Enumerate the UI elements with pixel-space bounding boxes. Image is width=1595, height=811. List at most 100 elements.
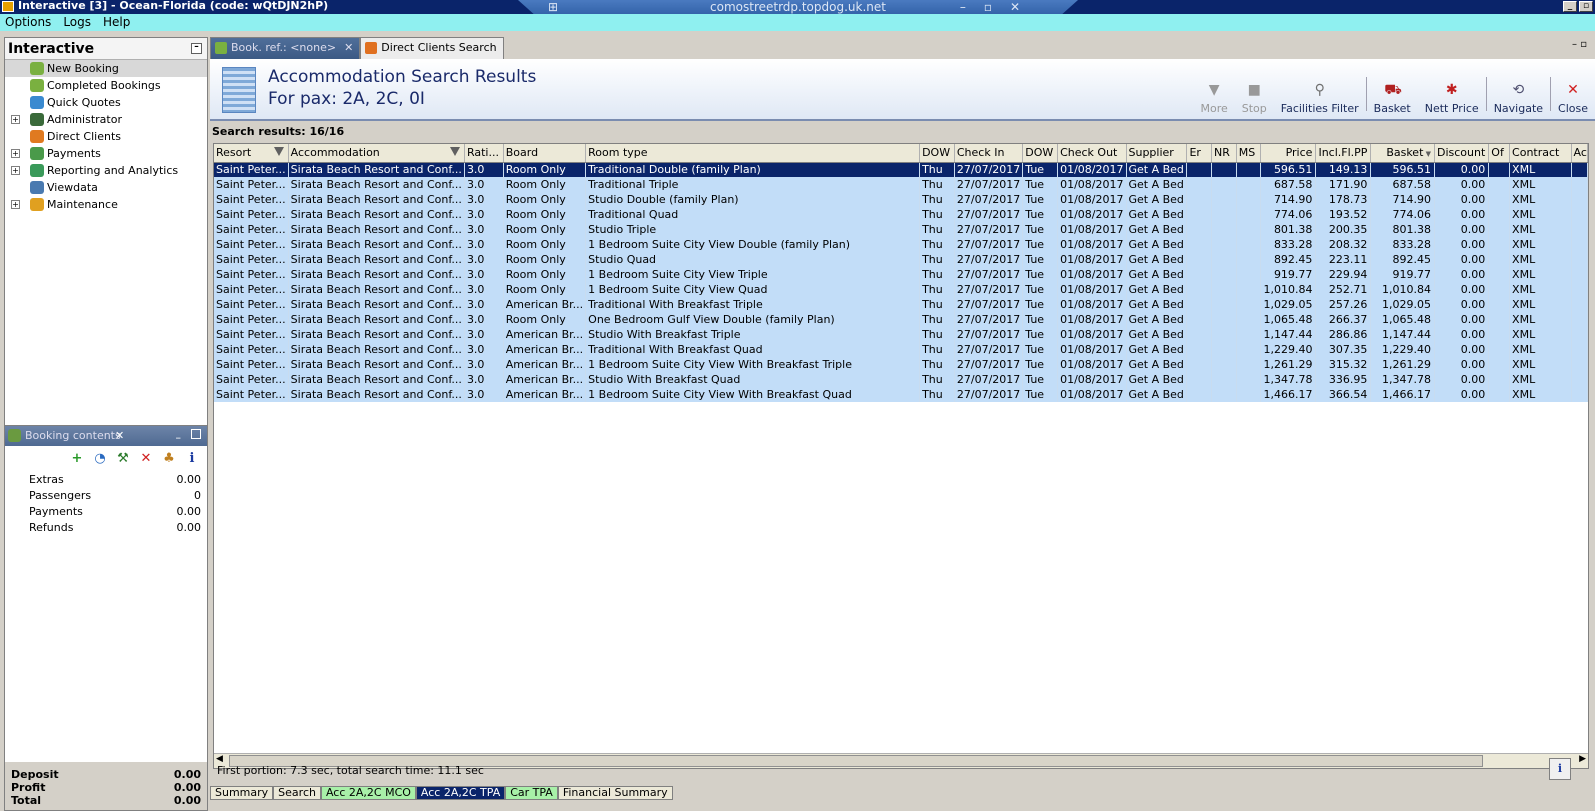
tab-direct-clients-search[interactable]: Direct Clients Search: [360, 37, 504, 59]
column-header[interactable]: Check In: [954, 144, 1024, 163]
column-header[interactable]: Resort: [214, 144, 289, 163]
table-row[interactable]: Saint Peter... Sirata Beach Resort and Co…: [214, 342, 1588, 357]
column-header[interactable]: Basket ▼: [1370, 144, 1435, 163]
rdp-window-controls[interactable]: –▫✕: [960, 0, 1038, 14]
info-button[interactable]: i: [1549, 758, 1571, 780]
filter-icon[interactable]: [449, 147, 460, 156]
filter-icon[interactable]: [273, 147, 284, 156]
column-header[interactable]: Rati...: [464, 144, 504, 163]
add-icon[interactable]: +: [70, 452, 84, 466]
expand-icon[interactable]: +: [11, 149, 20, 158]
tab-booking[interactable]: Book. ref.: <none> ✕: [210, 37, 361, 59]
navigate-button[interactable]: ⟲ Navigate: [1487, 73, 1550, 115]
basket-button[interactable]: ⛟ Basket: [1367, 73, 1418, 115]
table-cell: [1211, 222, 1237, 237]
booking-icon: [8, 429, 21, 442]
column-header[interactable]: Er: [1186, 144, 1212, 163]
table-cell: Studio Triple: [585, 222, 921, 237]
stop-button[interactable]: ■ Stop: [1235, 73, 1274, 115]
close-icon[interactable]: ✕: [344, 41, 353, 54]
expand-icon[interactable]: +: [11, 166, 20, 175]
bottom-tab[interactable]: Search: [273, 786, 321, 800]
close-button[interactable]: ✕ Close: [1551, 73, 1595, 115]
bottom-tab[interactable]: Acc 2A,2C MCO: [320, 786, 416, 800]
nav-item-reporting-and-analytics[interactable]: + Reporting and Analytics: [5, 162, 207, 179]
maximize-button[interactable]: ▫: [1579, 1, 1593, 12]
table-row[interactable]: Saint Peter... Sirata Beach Resort and Co…: [214, 252, 1588, 267]
column-header[interactable]: Ac: [1571, 144, 1588, 163]
scroll-right-icon[interactable]: ▶: [1579, 754, 1586, 764]
menu-logs[interactable]: Logs: [63, 14, 91, 31]
nav-item-direct-clients[interactable]: Direct Clients: [5, 128, 207, 145]
panel-minimize-button[interactable]: –: [191, 43, 202, 54]
column-header[interactable]: Accommodation: [288, 144, 465, 163]
menu-options[interactable]: Options: [5, 14, 51, 31]
palm-tree-icon[interactable]: ♣: [162, 452, 176, 466]
table-cell: Get A Bed: [1126, 177, 1188, 192]
table-row[interactable]: Saint Peter... Sirata Beach Resort and Co…: [214, 222, 1588, 237]
column-header[interactable]: Board: [503, 144, 587, 163]
table-cell: [1236, 297, 1262, 312]
column-header[interactable]: Room type: [585, 144, 921, 163]
nett-price-button[interactable]: ✱ Nett Price: [1418, 73, 1486, 115]
facilities-filter-button[interactable]: ⚲ Facilities Filter: [1274, 73, 1366, 115]
table-row[interactable]: Saint Peter... Sirata Beach Resort and Co…: [214, 357, 1588, 372]
table-cell: Thu: [919, 282, 955, 297]
pin-icon[interactable]: ⊞: [548, 0, 558, 14]
minimize-icon[interactable]: –: [176, 428, 182, 448]
column-header[interactable]: Incl.Fl.PP: [1315, 144, 1372, 163]
info-icon[interactable]: i: [185, 452, 199, 466]
table-row[interactable]: Saint Peter... Sirata Beach Resort and Co…: [214, 387, 1588, 402]
table-row[interactable]: Saint Peter... Sirata Beach Resort and Co…: [214, 282, 1588, 297]
column-header[interactable]: Contract: [1509, 144, 1572, 163]
column-header[interactable]: MS: [1236, 144, 1262, 163]
table-row[interactable]: Saint Peter... Sirata Beach Resort and Co…: [214, 237, 1588, 252]
pax-subtitle: For pax: 2A, 2C, 0I: [268, 89, 425, 109]
clock-icon[interactable]: ◔: [93, 452, 107, 466]
table-row[interactable]: Saint Peter... Sirata Beach Resort and Co…: [214, 267, 1588, 282]
table-row[interactable]: Saint Peter... Sirata Beach Resort and Co…: [214, 297, 1588, 312]
minimize-button[interactable]: _: [1563, 1, 1577, 12]
table-row[interactable]: Saint Peter... Sirata Beach Resort and Co…: [214, 177, 1588, 192]
scroll-left-icon[interactable]: ◀: [216, 754, 223, 764]
column-header[interactable]: Of: [1488, 144, 1511, 163]
nav-item-new-booking[interactable]: New Booking: [5, 60, 207, 77]
column-header[interactable]: Supplier: [1126, 144, 1188, 163]
column-header[interactable]: Check Out: [1057, 144, 1127, 163]
expand-icon[interactable]: +: [11, 200, 20, 209]
table-cell: One Bedroom Gulf View Double (family Pla…: [585, 312, 921, 327]
table-row[interactable]: Saint Peter... Sirata Beach Resort and Co…: [214, 162, 1588, 177]
table-cell: Tue: [1022, 207, 1059, 222]
nav-item-quick-quotes[interactable]: Quick Quotes: [5, 94, 207, 111]
cart-icon[interactable]: ⚒: [116, 452, 130, 466]
nav-item-administrator[interactable]: + Administrator: [5, 111, 207, 128]
close-icon[interactable]: ✕: [115, 426, 124, 446]
table-row[interactable]: Saint Peter... Sirata Beach Resort and Co…: [214, 192, 1588, 207]
column-header[interactable]: DOW: [919, 144, 955, 163]
bottom-tab[interactable]: Acc 2A,2C TPA: [415, 786, 506, 800]
expand-icon[interactable]: +: [11, 115, 20, 124]
table-cell: Saint Peter...: [214, 282, 289, 297]
column-header[interactable]: NR: [1211, 144, 1237, 163]
maximize-icon[interactable]: [191, 429, 201, 439]
table-cell: American Br...: [503, 297, 587, 312]
table-row[interactable]: Saint Peter... Sirata Beach Resort and Co…: [214, 327, 1588, 342]
nav-item-completed-bookings[interactable]: Completed Bookings: [5, 77, 207, 94]
column-header[interactable]: Price: [1260, 144, 1317, 163]
menu-help[interactable]: Help: [103, 14, 130, 31]
table-row[interactable]: Saint Peter... Sirata Beach Resort and Co…: [214, 372, 1588, 387]
table-row[interactable]: Saint Peter... Sirata Beach Resort and Co…: [214, 312, 1588, 327]
column-header[interactable]: Discount: [1434, 144, 1490, 163]
nav-item-payments[interactable]: + Payments: [5, 145, 207, 162]
editor-window-controls[interactable]: – ▫: [1572, 39, 1587, 50]
table-row[interactable]: Saint Peter... Sirata Beach Resort and Co…: [214, 207, 1588, 222]
more-button[interactable]: ▼ More: [1193, 73, 1234, 115]
column-header[interactable]: DOW: [1022, 144, 1059, 163]
bottom-tab[interactable]: Summary: [210, 786, 274, 800]
bottom-tab[interactable]: Car TPA: [505, 786, 558, 800]
bottom-tab[interactable]: Financial Summary: [557, 786, 673, 800]
delete-icon[interactable]: ✕: [139, 452, 153, 466]
table-cell: Tue: [1022, 177, 1059, 192]
nav-item-viewdata[interactable]: Viewdata: [5, 179, 207, 196]
nav-item-maintenance[interactable]: + Maintenance: [5, 196, 207, 213]
